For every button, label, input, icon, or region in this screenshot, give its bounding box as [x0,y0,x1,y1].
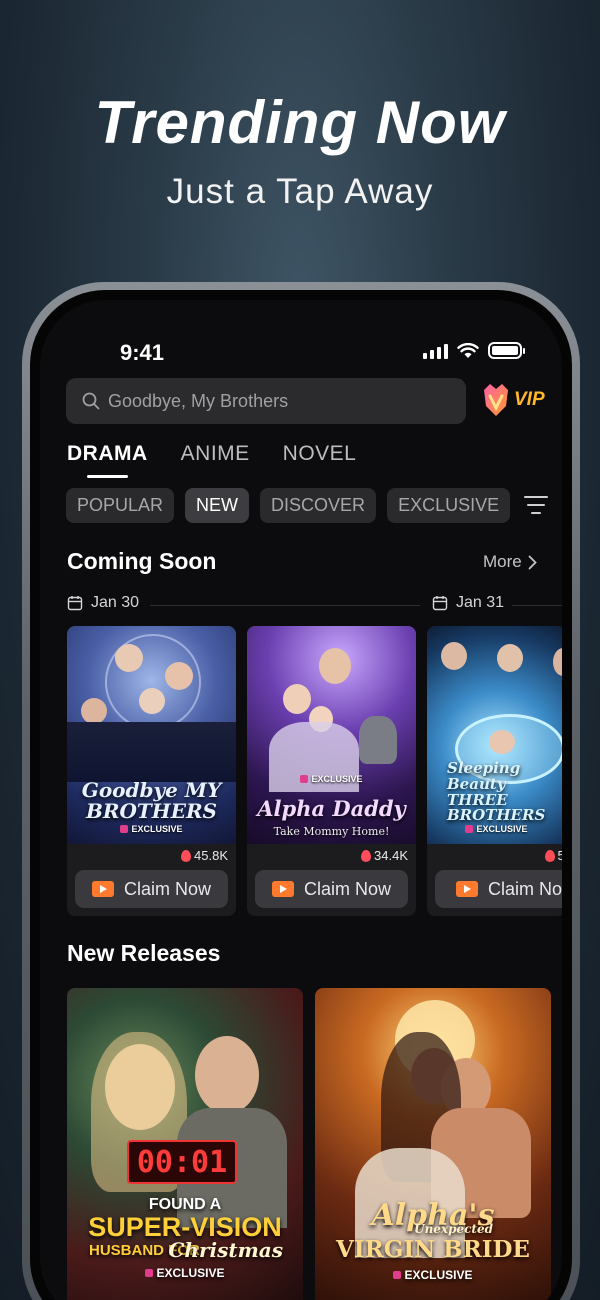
tab-anime[interactable]: ANIME [181,442,250,466]
play-ticket-icon [271,881,294,897]
tab-novel[interactable]: NOVEL [283,442,357,466]
search-bar[interactable]: Goodbye, My Brothers [66,378,466,424]
date-text: Jan 30 [91,594,140,611]
claim-now-button[interactable]: Claim Now [75,870,228,908]
poster-title: Goodbye MY BROTHERS [81,778,222,823]
content-tabs: DRAMA ANIME NOVEL [67,442,357,478]
coming-soon-title: Coming Soon [67,548,217,574]
flame-icon [544,849,555,862]
poster-image: Alpha Daddy Take Mommy Home! EXCLUSIVE [247,626,416,844]
flame-icon [361,849,372,862]
date-label-2: Jan 31 [432,594,504,612]
exclusive-tag: EXCLUSIVE [67,824,236,836]
calendar-icon [67,596,83,611]
flame-icon [181,849,192,862]
phone-bezel: 9:41 Goodbye, My Brothers VIP DRAMA ANIM… [30,290,572,1300]
poster-title: Alpha Daddy [257,795,406,821]
chip-discover[interactable]: DISCOVER [260,488,377,523]
heat-count: 53 [544,848,562,863]
poster-subtitle: Take Mommy Home! [273,825,390,838]
release-card[interactable]: 00:01 FOUND A SUPER-VISION HUSBAND FOR C… [67,988,303,1300]
battery-icon [488,342,525,359]
battery-level [492,346,518,355]
calendar-icon [432,596,448,611]
heat-count: 45.8K [181,848,228,863]
poster-title: Sleeping Beauty THREE BROTHERS [447,759,546,825]
drama-card[interactable]: Sleeping Beauty THREE BROTHERS EXCLUSIVE… [427,626,562,916]
chip-exclusive[interactable]: EXCLUSIVE [387,488,511,523]
wifi-icon [457,342,479,358]
date-text: Jan 31 [456,594,505,611]
phone-frame: 9:41 Goodbye, My Brothers VIP DRAMA ANIM… [22,282,580,1300]
heat-count: 34.4K [361,848,408,863]
vip-button[interactable]: VIP [480,382,545,418]
drama-card[interactable]: Alpha Daddy Take Mommy Home! EXCLUSIVE 3… [247,626,416,916]
release-card[interactable]: Alpha's Unexpected VIRGIN BRIDE EXCLUSIV… [315,988,551,1300]
play-ticket-icon [91,881,114,897]
new-releases-title: New Releases [67,940,221,966]
vip-label: VIP [514,389,545,410]
status-time: 9:41 [120,340,165,365]
date-divider [150,605,420,606]
countdown-timer: 00:01 [127,1140,237,1184]
promo-title: Trending Now [94,89,506,156]
status-icons [423,342,525,359]
release-line: VIRGIN BRIDE [336,1236,530,1263]
vip-crown-icon [484,384,508,416]
coming-soon-list: Goodbye MY BROTHERS EXCLUSIVE 45.8K Clai… [67,626,562,916]
drama-card[interactable]: Goodbye MY BROTHERS EXCLUSIVE 45.8K Clai… [67,626,236,916]
date-divider [512,605,562,606]
claim-now-button[interactable]: Claim Now [435,870,562,908]
claim-now-button[interactable]: Claim Now [255,870,408,908]
exclusive-tag: EXCLUSIVE [315,1266,551,1284]
filter-chips: POPULAR NEW DISCOVER EXCLUSIVE [66,488,546,523]
signal-icon [423,343,448,359]
more-label: More [483,552,522,571]
app-screen: 9:41 Goodbye, My Brothers VIP DRAMA ANIM… [40,300,562,1300]
poster-image: Sleeping Beauty THREE BROTHERS EXCLUSIVE [427,626,562,844]
tab-drama[interactable]: DRAMA [67,442,148,478]
exclusive-tag: EXCLUSIVE [247,774,416,786]
release-line: Unexpected [414,1222,493,1236]
release-line: Christmas [168,1238,283,1262]
chevron-right-icon [528,555,537,569]
filter-icon[interactable] [524,496,548,520]
search-input[interactable]: Goodbye, My Brothers [108,391,288,412]
play-ticket-icon [455,881,478,897]
promo-subtitle: Just a Tap Away [166,172,434,211]
exclusive-tag: EXCLUSIVE [427,824,562,836]
more-link[interactable]: More [483,552,537,572]
exclusive-tag: EXCLUSIVE [67,1266,303,1280]
search-icon [82,392,100,410]
poster-image: Goodbye MY BROTHERS EXCLUSIVE [67,626,236,844]
date-label-1: Jan 30 [67,594,139,612]
chip-popular[interactable]: POPULAR [66,488,175,523]
new-releases-list: 00:01 FOUND A SUPER-VISION HUSBAND FOR C… [67,988,551,1300]
chip-new[interactable]: NEW [185,488,250,523]
